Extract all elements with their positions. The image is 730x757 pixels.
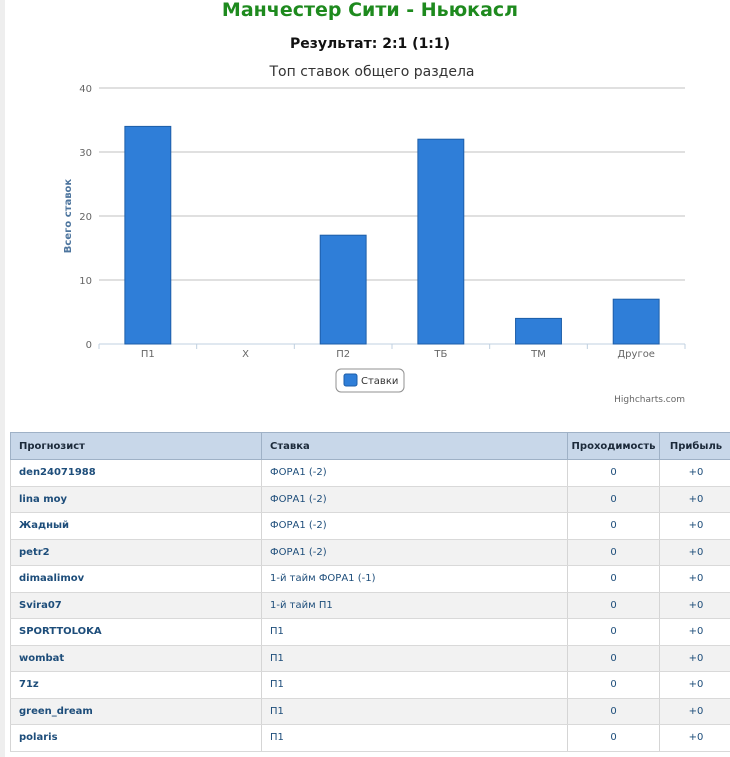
table-row: dimaalimov 1-й тайм ФОРА1 (-1) 0 +0 — [10, 565, 730, 593]
match-result: Результат: 2:1 (1:1) — [289, 36, 451, 52]
profit-cell: +0 — [659, 486, 730, 513]
profit-cell: +0 — [659, 539, 730, 566]
bar — [319, 234, 367, 345]
profit-cell: +0 — [659, 671, 730, 699]
y-tick-label: 30 — [79, 148, 92, 159]
x-tick-label: П2 — [336, 349, 350, 360]
y-tick-label: 0 — [86, 340, 92, 351]
profit-cell: +0 — [659, 618, 730, 646]
profit-cell: +0 — [659, 698, 730, 725]
bet-cell: ФОРА1 (-2) — [261, 486, 568, 513]
forecaster-link[interactable]: Жадный — [10, 512, 262, 540]
table-row: den24071988 ФОРА1 (-2) 0 +0 — [10, 459, 730, 487]
x-tick-label: Х — [242, 349, 249, 360]
y-tick-label: 10 — [79, 276, 92, 287]
header-forecaster[interactable]: Прогнозист — [10, 432, 262, 460]
x-tick-label: ТМ — [530, 349, 546, 360]
bet-cell: П1 — [261, 645, 568, 672]
profit-cell: +0 — [659, 512, 730, 540]
table-header-row: Прогнозист Ставка Проходимость Прибыль — [10, 432, 730, 460]
table-row: green_dream П1 0 +0 — [10, 698, 730, 725]
pass-rate-cell: 0 — [567, 459, 660, 487]
pass-rate-cell: 0 — [567, 618, 660, 646]
y-tick-label: 40 — [79, 84, 92, 95]
bet-cell: ФОРА1 (-2) — [261, 459, 568, 487]
profit-cell: +0 — [659, 592, 730, 619]
profit-cell: +0 — [659, 724, 730, 752]
x-tick-label: Другое — [617, 349, 655, 360]
x-tick-label: П1 — [141, 349, 155, 360]
bar — [515, 317, 562, 345]
chart-title: Топ ставок общего раздела — [269, 64, 475, 80]
bar — [612, 298, 660, 345]
bar — [124, 125, 172, 345]
forecaster-link[interactable]: polaris — [10, 724, 262, 752]
header-pass-rate[interactable]: Проходимость — [567, 432, 660, 460]
bet-cell: ФОРА1 (-2) — [261, 539, 568, 566]
forecasts-table: Прогнозист Ставка Проходимость Прибыль d… — [10, 432, 730, 752]
forecaster-link[interactable]: petr2 — [10, 539, 262, 566]
pass-rate-cell: 0 — [567, 539, 660, 566]
header-profit[interactable]: Прибыль — [659, 432, 730, 460]
table-row: SPORTTOLOKA П1 0 +0 — [10, 618, 730, 646]
bets-chart: Топ ставок общего раздела 0 10 20 30 40 Всего … — [47, 55, 697, 410]
y-tick-label: 20 — [79, 212, 92, 223]
x-tick-label: ТБ — [433, 349, 447, 360]
pass-rate-cell: 0 — [567, 724, 660, 752]
forecaster-link[interactable]: SPORTTOLOKA — [10, 618, 262, 646]
bet-cell: 1-й тайм П1 — [261, 592, 568, 619]
bet-cell: П1 — [261, 724, 568, 752]
forecaster-link[interactable]: Svira07 — [10, 592, 262, 619]
bets-chart-svg: Топ ставок общего раздела 0 10 20 30 40 Всего … — [63, 64, 686, 405]
table-row: petr2 ФОРА1 (-2) 0 +0 — [10, 539, 730, 566]
match-title: Манчестер Сити - Ньюкасл — [221, 0, 519, 21]
table-row: Жадный ФОРА1 (-2) 0 +0 — [10, 512, 730, 540]
bet-cell: П1 — [261, 698, 568, 725]
forecaster-link[interactable]: 71z — [10, 671, 262, 699]
forecaster-link[interactable]: dimaalimov — [10, 565, 262, 593]
legend-label: Ставки — [361, 376, 398, 387]
y-axis-title: Всего ставок — [63, 179, 74, 254]
table-row: lina moy ФОРА1 (-2) 0 +0 — [10, 486, 730, 513]
chart-credit: Highcharts.com — [614, 395, 685, 405]
pass-rate-cell: 0 — [567, 565, 660, 593]
bet-cell: П1 — [261, 671, 568, 699]
table-row: 71z П1 0 +0 — [10, 671, 730, 699]
forecaster-link[interactable]: den24071988 — [10, 459, 262, 487]
profit-cell: +0 — [659, 459, 730, 487]
header-bet[interactable]: Ставка — [261, 432, 568, 460]
pass-rate-cell: 0 — [567, 592, 660, 619]
bet-cell: П1 — [261, 618, 568, 646]
bar — [417, 138, 465, 345]
table-row: wombat П1 0 +0 — [10, 645, 730, 672]
pass-rate-cell: 0 — [567, 512, 660, 540]
pass-rate-cell: 0 — [567, 486, 660, 513]
pass-rate-cell: 0 — [567, 698, 660, 725]
bet-cell: 1-й тайм ФОРА1 (-1) — [261, 565, 568, 593]
table-row: Svira07 1-й тайм П1 0 +0 — [10, 592, 730, 619]
pass-rate-cell: 0 — [567, 671, 660, 699]
forecaster-link[interactable]: green_dream — [10, 698, 262, 725]
forecaster-link[interactable]: lina moy — [10, 486, 262, 513]
profit-cell: +0 — [659, 565, 730, 593]
table-row: polaris П1 0 +0 — [10, 724, 730, 752]
profit-cell: +0 — [659, 645, 730, 672]
pass-rate-cell: 0 — [567, 645, 660, 672]
page-left-edge — [0, 0, 5, 757]
legend-swatch — [343, 373, 358, 387]
forecaster-link[interactable]: wombat — [10, 645, 262, 672]
bet-cell: ФОРА1 (-2) — [261, 512, 568, 540]
